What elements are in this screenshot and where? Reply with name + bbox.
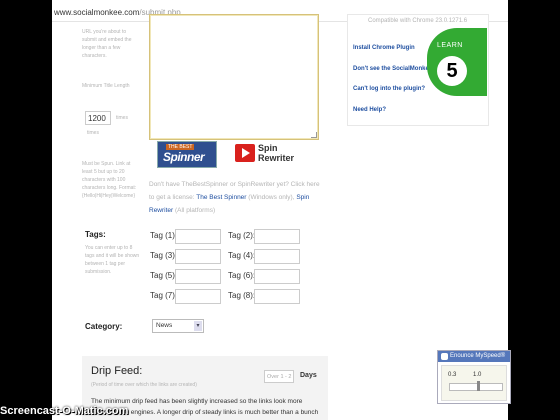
minimum-input[interactable]: 1200 [85,111,111,125]
drip-days-label: Days [300,372,317,379]
tags-note-line: You can enter up to 8 [85,245,133,251]
tags-note-line: tags and it will be shown [85,253,140,259]
drip-feed-select[interactable]: Over 1 - 2 [264,370,294,383]
myspeed-icon [441,353,448,360]
tag-5-input[interactable] [175,269,221,284]
spin-note-line: {Hello|Hi|Hey|Welcome} [82,193,135,199]
spin-note-line: least 5 but up to 20 [82,169,125,175]
tag-5-label: Tag (5): [150,271,178,280]
spinner-note-text: (All platforms) [175,207,216,214]
best-spinner-button[interactable]: THE BEST Spinner [157,141,217,168]
tag-1-label: Tag (1): [150,231,178,240]
intro-note: URL you're about to submit and embed the… [82,28,144,90]
plugin-login-link[interactable]: Can't log into the plugin? [353,86,425,92]
chevron-down-icon[interactable]: ▾ [194,321,202,331]
tag-6-label: Tag (6): [228,271,256,280]
tag-4-label: Tag (4): [228,251,256,260]
drip-feed-title: Drip Feed: [91,365,143,377]
tag-3-label: Tag (3): [150,251,178,260]
tags-note: You can enter up to 8 tags and it will b… [85,244,147,276]
spin-rewriter-button[interactable]: Spin Rewriter [233,141,303,166]
speed-min-label: 0.3 [448,372,457,378]
category-select[interactable]: News ▾ [152,319,204,333]
intro-line: characters. [82,53,107,59]
minimum-unit-label: times [116,115,128,121]
tags-note-line: between 1 tag per [85,261,126,267]
myspeed-widget[interactable]: Enounce MySpeed® 0.3 1.0 [437,350,511,404]
tag-8-input[interactable] [254,289,300,304]
intro-line: submit and embed the [82,37,132,43]
speed-slider[interactable] [449,381,503,391]
install-plugin-link[interactable]: Install Chrome Plugin [353,45,415,51]
play-icon [235,144,255,162]
intro-line: URL you're about to [82,29,127,35]
tag-2-input[interactable] [254,229,300,244]
need-help-link[interactable]: Need Help? [353,107,386,113]
tag-7-input[interactable] [175,289,221,304]
tag-2-label: Tag (2): [228,231,256,240]
myspeed-body: 0.3 1.0 [441,365,507,401]
minimum-title: Minimum Title Length [82,83,130,89]
myspeed-title-text: Enounce MySpeed® [450,353,506,359]
intro-line: longer than a few [82,45,121,51]
category-label: Category: [85,322,123,331]
speed-mid-label: 1.0 [473,372,482,378]
resize-grip-icon[interactable] [311,132,317,138]
learn-badge-number: 5 [437,56,467,86]
minimum-unit-label: times [87,130,99,136]
best-spinner-link[interactable]: The Best Spinner [196,194,246,201]
tags-label: Tags: [85,230,106,239]
tag-6-input[interactable] [254,269,300,284]
tag-8-label: Tag (8): [228,291,256,300]
article-textarea[interactable] [149,14,319,140]
speed-slider-knob[interactable] [477,381,480,391]
drip-feed-subtitle: (Period of time over which the links are… [91,382,197,388]
best-spinner-label: Spinner [163,150,205,164]
screencast-watermark: Screencast-O-Matic.com [0,405,129,417]
learn-badge[interactable]: LEARN 5 [427,28,487,96]
spin-note-line: characters long. Format: [82,185,137,191]
spin-requirements-note: Must be Spun. Link at least 5 but up to … [82,160,144,200]
spin-rewriter-label: Rewriter [258,153,295,163]
tag-4-input[interactable] [254,249,300,264]
tag-7-label: Tag (7): [150,291,178,300]
tags-note-line: submission. [85,269,112,275]
myspeed-title: Enounce MySpeed® [438,351,510,362]
learn-badge-label: LEARN [437,42,463,49]
spin-rewriter-label: Spin [258,143,278,153]
spinner-note-text: (Windows only), [248,194,295,201]
tag-3-input[interactable] [175,249,221,264]
spin-note-line: characters with 100 [82,177,126,183]
spin-note-line: Must be Spun. Link at [82,161,131,167]
spinner-license-note: Don't have TheBestSpinner or SpinRewrite… [149,178,324,217]
compatibility-note: Compatible with Chrome 23.0.1271.6 [368,18,468,24]
category-selected-value: News [156,322,173,329]
tag-1-input[interactable] [175,229,221,244]
